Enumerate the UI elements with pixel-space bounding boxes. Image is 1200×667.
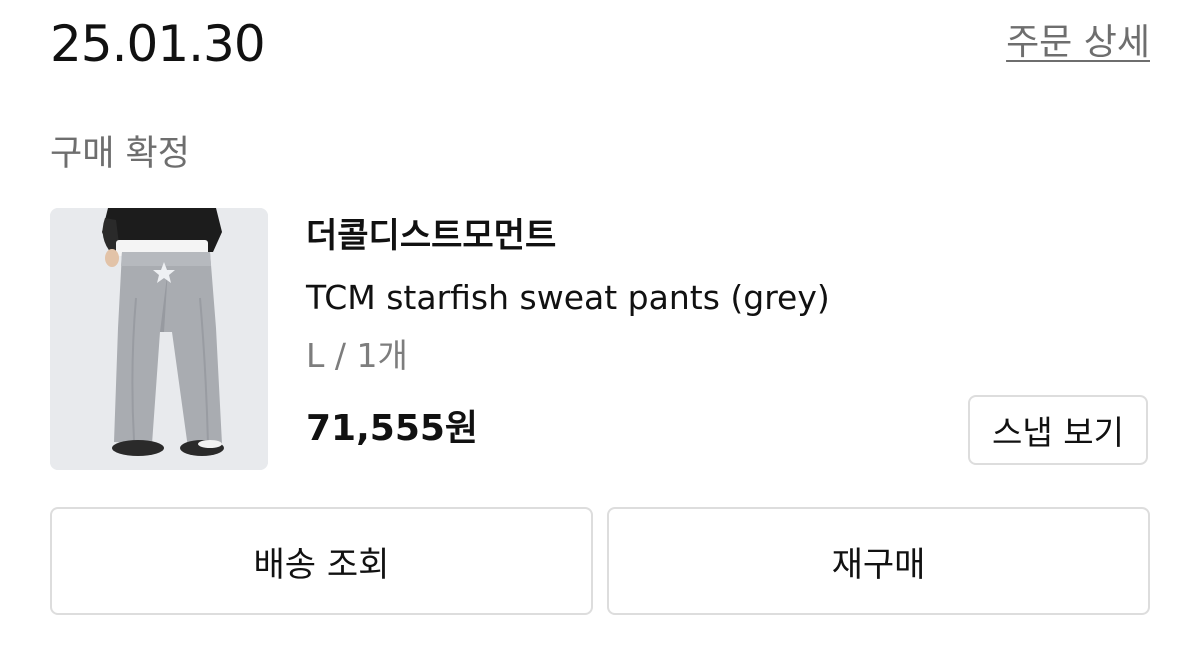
- brand-name[interactable]: 더콜디스트모먼트: [306, 210, 830, 262]
- product-thumbnail[interactable]: [50, 208, 268, 470]
- product-name[interactable]: TCM starfish sweat pants (grey): [306, 272, 830, 324]
- snap-view-button[interactable]: 스냅 보기: [968, 395, 1148, 465]
- order-status: 구매 확정: [50, 134, 190, 174]
- product-price: 71,555원: [306, 408, 479, 449]
- reorder-button[interactable]: 재구매: [607, 507, 1150, 615]
- product-info: 더콜디스트모먼트 TCM starfish sweat pants (grey)…: [306, 210, 830, 382]
- order-date: 25.01.30: [50, 15, 266, 73]
- delivery-tracking-button[interactable]: 배송 조회: [50, 507, 593, 615]
- order-detail-link[interactable]: 주문 상세: [1006, 20, 1150, 66]
- product-option: L / 1개: [306, 336, 408, 375]
- product-photo-icon: [50, 208, 268, 470]
